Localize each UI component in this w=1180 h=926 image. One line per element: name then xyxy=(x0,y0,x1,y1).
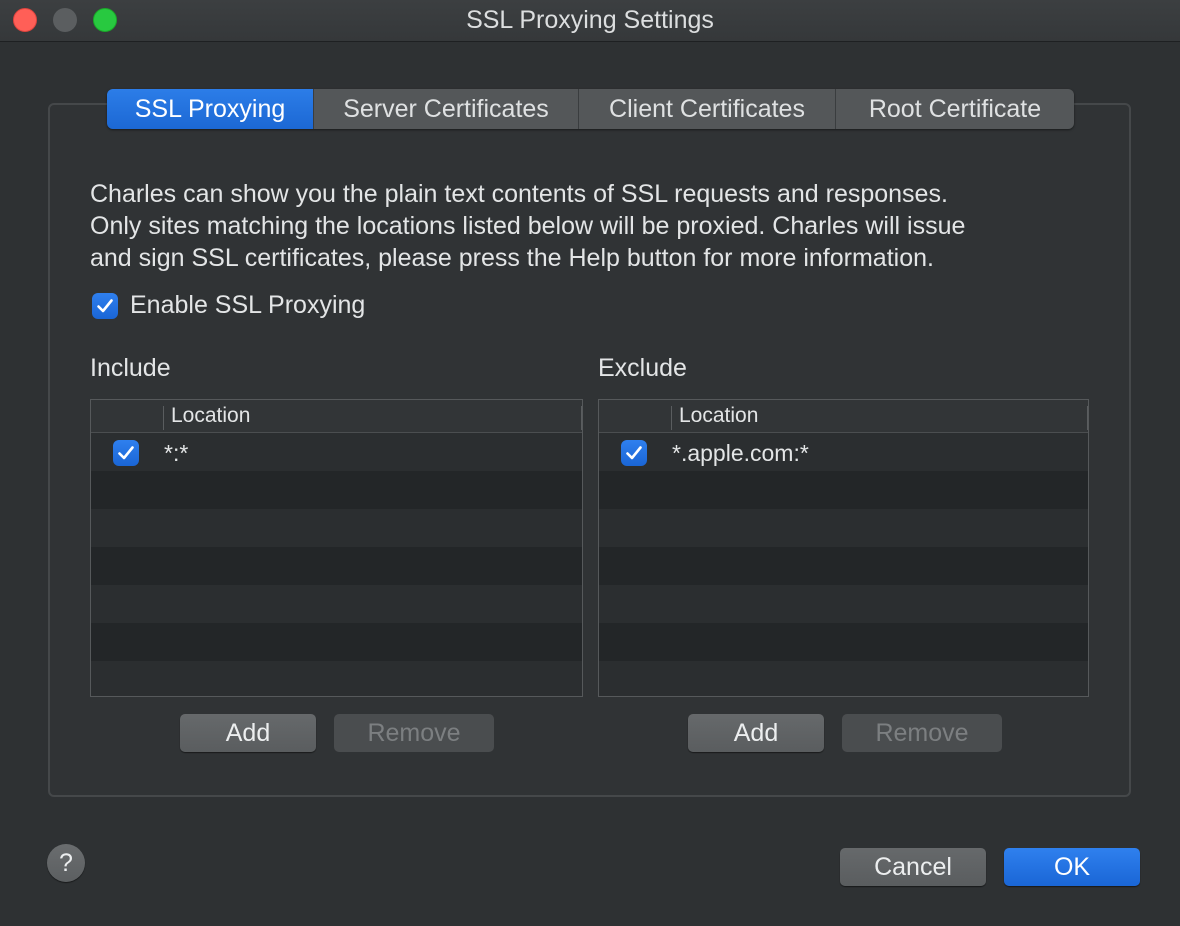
location-cell: *.apple.com:* xyxy=(672,440,809,466)
question-mark-icon: ? xyxy=(59,849,73,877)
empty-row xyxy=(91,471,582,509)
include-table-header: Location xyxy=(91,400,582,433)
empty-row xyxy=(599,585,1088,623)
empty-row xyxy=(91,547,582,585)
empty-row xyxy=(599,623,1088,661)
empty-row xyxy=(91,661,582,696)
ok-button[interactable]: OK xyxy=(1004,848,1140,886)
empty-row xyxy=(91,585,582,623)
tab-server-certificates[interactable]: Server Certificates xyxy=(314,89,579,129)
location-cell: *:* xyxy=(164,440,189,466)
empty-row xyxy=(599,471,1088,509)
exclude-row-checkbox[interactable] xyxy=(621,440,647,466)
column-divider xyxy=(671,406,672,430)
location-column-header[interactable]: Location xyxy=(171,404,250,428)
enable-ssl-proxying-checkbox[interactable] xyxy=(92,293,118,319)
tab-client-certificates[interactable]: Client Certificates xyxy=(579,89,836,129)
settings-window: SSL Proxying Settings SSL Proxying Serve… xyxy=(0,0,1180,926)
exclude-add-button[interactable]: Add xyxy=(688,714,824,752)
tab-root-certificate[interactable]: Root Certificate xyxy=(836,89,1074,129)
checkmark-icon xyxy=(118,446,134,460)
description-line: and sign SSL certificates, please press … xyxy=(90,244,934,272)
exclude-label: Exclude xyxy=(598,354,687,382)
title-bar[interactable]: SSL Proxying Settings xyxy=(0,0,1180,42)
include-label: Include xyxy=(90,354,171,382)
enable-ssl-proxying-label[interactable]: Enable SSL Proxying xyxy=(130,291,365,320)
help-button[interactable]: ? xyxy=(47,844,85,882)
column-divider xyxy=(581,406,582,430)
include-table[interactable]: Location *:* xyxy=(90,399,583,697)
description-line: Charles can show you the plain text cont… xyxy=(90,180,948,208)
exclude-remove-button[interactable]: Remove xyxy=(842,714,1002,752)
table-row[interactable]: *.apple.com:* xyxy=(599,433,1088,471)
checkmark-icon xyxy=(97,299,113,313)
tab-bar: SSL Proxying Server Certificates Client … xyxy=(107,89,1074,129)
include-row-checkbox[interactable] xyxy=(113,440,139,466)
empty-row xyxy=(599,547,1088,585)
include-remove-button[interactable]: Remove xyxy=(334,714,494,752)
exclude-table[interactable]: Location *.apple.com:* xyxy=(598,399,1089,697)
cancel-button[interactable]: Cancel xyxy=(840,848,986,886)
column-divider xyxy=(1087,406,1088,430)
empty-row xyxy=(91,509,582,547)
tab-ssl-proxying[interactable]: SSL Proxying xyxy=(107,89,314,129)
table-row[interactable]: *:* xyxy=(91,433,582,471)
window-title: SSL Proxying Settings xyxy=(466,6,714,34)
empty-row xyxy=(599,509,1088,547)
checkmark-icon xyxy=(626,446,642,460)
location-column-header[interactable]: Location xyxy=(679,404,758,428)
description-text: Charles can show you the plain text cont… xyxy=(90,178,1090,274)
exclude-table-header: Location xyxy=(599,400,1088,433)
empty-row xyxy=(599,661,1088,696)
include-add-button[interactable]: Add xyxy=(180,714,316,752)
column-divider xyxy=(163,406,164,430)
description-line: Only sites matching the locations listed… xyxy=(90,212,966,240)
empty-row xyxy=(91,623,582,661)
